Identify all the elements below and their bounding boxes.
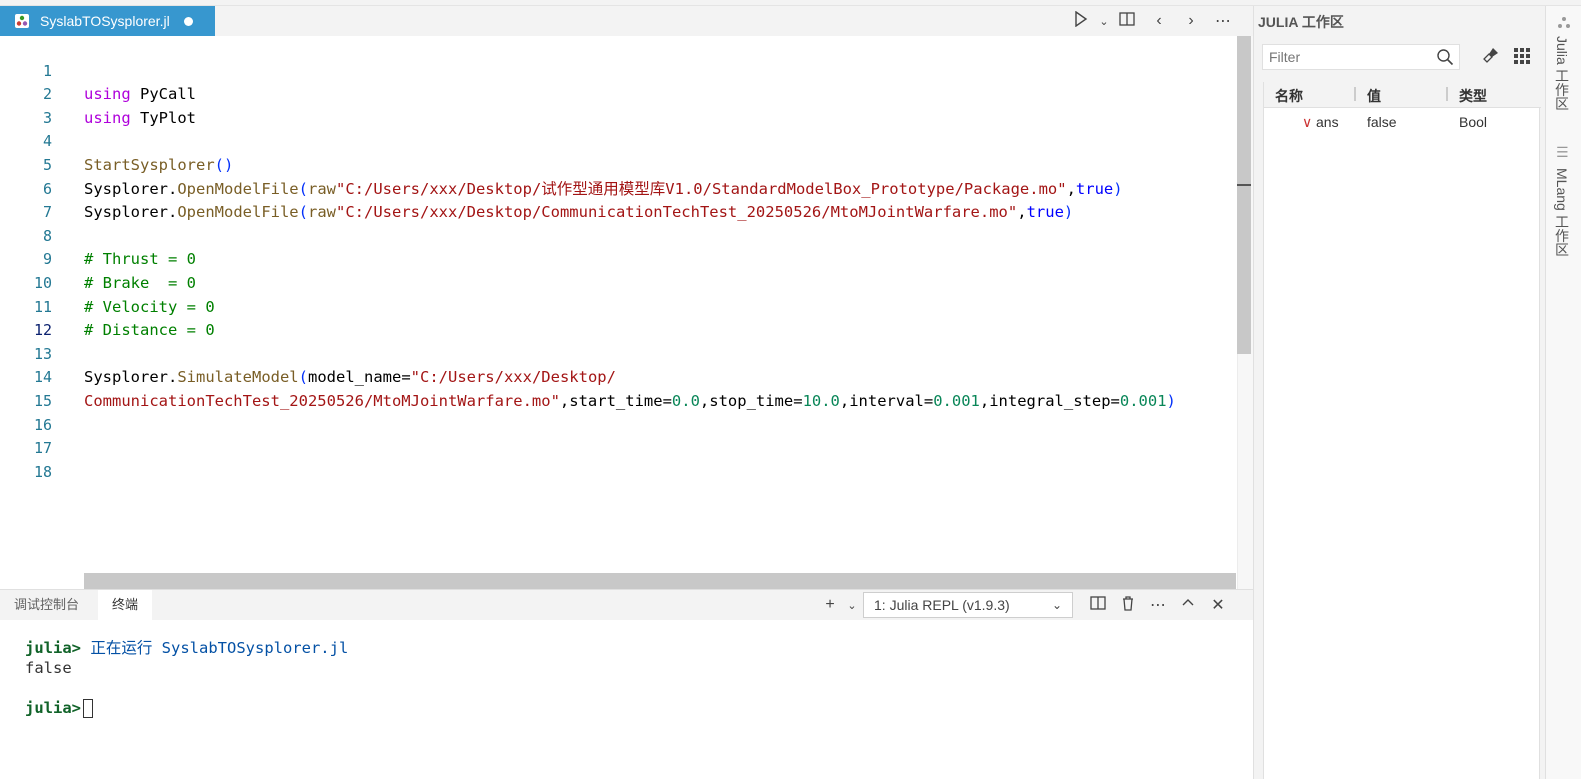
chevron-down-icon[interactable]: ⌄: [1097, 15, 1111, 28]
terminal-line: false: [25, 659, 72, 677]
vertical-scrollbar-thumb[interactable]: [1237, 36, 1251, 354]
terminal-select-value: 1: Julia REPL (v1.9.3): [874, 597, 1010, 613]
split-editor-icon[interactable]: [1111, 11, 1143, 32]
workspace-table-header: 名称 值 类型: [1264, 82, 1541, 108]
column-header-type[interactable]: 类型: [1459, 86, 1487, 106]
column-resizer[interactable]: [1354, 87, 1356, 101]
code-line: 1 using PyCall: [0, 36, 1237, 104]
code-editor[interactable]: 1 using PyCall 2 using TyPlot 3 4 StartS…: [0, 36, 1237, 573]
column-header-name[interactable]: 名称: [1275, 86, 1303, 106]
trash-icon[interactable]: [1113, 595, 1143, 616]
run-icon[interactable]: [1065, 10, 1097, 32]
code-line: 18: [0, 437, 1237, 481]
code-line-current: 12: [0, 296, 1237, 339]
julia-file-icon: [14, 13, 30, 29]
terminal-cursor: [83, 699, 93, 718]
close-panel-icon[interactable]: ✕: [1203, 595, 1233, 615]
code-line: 13 Sysplorer.SimulateModel(model_name="C…: [0, 319, 1237, 387]
code-line: 7: [0, 178, 1237, 221]
side-tab-julia-workspace[interactable]: Julia 工作区: [1552, 36, 1572, 111]
terminal-line: julia> 正在运行 SyslabTOSysplorer.jl: [25, 638, 348, 658]
code-line: 4 StartSysplorer(): [0, 107, 1237, 174]
back-icon[interactable]: ‹: [1143, 12, 1175, 30]
julia-workspace-panel: JULIA 工作区 名称 值 类型 ∨ ans false Bool: [1253, 6, 1545, 779]
column-resizer[interactable]: [1446, 87, 1448, 101]
grid-view-icon[interactable]: [1514, 48, 1530, 64]
code-line: 10 # Velocity = 0: [0, 248, 1237, 316]
column-header-value[interactable]: 值: [1367, 86, 1381, 106]
code-line: 8 # Thrust = 0: [0, 201, 1237, 269]
more-icon[interactable]: ⋯: [1207, 11, 1239, 31]
forward-icon[interactable]: ›: [1175, 12, 1207, 30]
code-line: 5 Sysplorer.OpenModelFile(raw"C:/Users/x…: [0, 130, 1237, 198]
repl-prompt: julia>: [25, 639, 81, 657]
editor-toolbar: ⌄ ‹ › ⋯: [1065, 6, 1239, 36]
code-line: 17: [0, 414, 1237, 457]
repl-prompt: julia>: [25, 699, 81, 717]
unsaved-dot-icon[interactable]: [183, 16, 193, 26]
clear-workspace-icon[interactable]: [1482, 46, 1500, 69]
julia-dots-icon: [1557, 16, 1571, 33]
workspace-table: 名称 值 类型 ∨ ans false Bool: [1263, 82, 1541, 779]
cursor-position-marker: [1237, 184, 1251, 186]
search-icon[interactable]: [1436, 48, 1454, 71]
terminal-panel: 调试控制台 终端 + ⌄ 1: Julia REPL (v1.9.3) ⌄ ⋯ …: [0, 589, 1253, 779]
chevron-down-icon[interactable]: ⌄: [845, 599, 859, 612]
editor-tab-active[interactable]: SyslabTOSysplorer.jl: [0, 6, 215, 36]
code-line: 2 using TyPlot: [0, 60, 1237, 127]
panel-header: 调试控制台 终端 + ⌄ 1: Julia REPL (v1.9.3) ⌄ ⋯ …: [0, 590, 1253, 620]
code-line: 6 Sysplorer.OpenModelFile(raw"C:/Users/x…: [0, 154, 1237, 222]
list-icon: ☰: [1556, 144, 1569, 160]
run-message: 正在运行 SyslabTOSysplorer.jl: [81, 639, 349, 657]
code-line: 11 # Distance = 0: [0, 272, 1237, 340]
variable-name: ans: [1316, 114, 1339, 130]
more-icon[interactable]: ⋯: [1143, 595, 1173, 615]
variable-type: Bool: [1459, 114, 1488, 130]
editor-tab-label: SyslabTOSysplorer.jl: [40, 13, 170, 29]
workspace-title: JULIA 工作区: [1258, 14, 1344, 30]
side-tab-mlang-workspace[interactable]: MLang 工作区: [1552, 168, 1572, 257]
chevron-down-icon: ⌄: [1051, 598, 1062, 612]
editor-pane: SyslabTOSysplorer.jl ⌄ ‹ › ⋯ 1 using PyC…: [0, 6, 1253, 589]
editor-tab-bar: SyslabTOSysplorer.jl ⌄ ‹ › ⋯: [0, 6, 1253, 36]
add-terminal-icon[interactable]: +: [815, 596, 845, 614]
variable-value: false: [1367, 114, 1397, 130]
panel-toolbar: + ⌄ 1: Julia REPL (v1.9.3) ⌄ ⋯ ✕: [815, 590, 1233, 620]
maximize-panel-icon[interactable]: [1173, 596, 1203, 614]
code-line: 14 CommunicationTechTest_20250526/MtoMJo…: [0, 343, 1237, 410]
expand-chevron-icon[interactable]: ∨: [1302, 114, 1312, 131]
terminal-output[interactable]: julia> 正在运行 SyslabTOSysplorer.jl false j…: [25, 638, 348, 718]
code-line: 3: [0, 83, 1237, 127]
code-line: 16: [0, 390, 1237, 434]
split-terminal-icon[interactable]: [1083, 595, 1113, 616]
tab-debug-console[interactable]: 调试控制台: [0, 590, 93, 620]
line-number: 18: [33, 462, 52, 481]
workspace-filter-input[interactable]: [1262, 44, 1460, 70]
terminal-select[interactable]: 1: Julia REPL (v1.9.3) ⌄: [863, 592, 1073, 618]
horizontal-scrollbar-thumb[interactable]: [84, 573, 1236, 589]
side-activity-strip: Julia 工作区 ☰ MLang 工作区: [1545, 6, 1581, 779]
code-line: 15: [0, 366, 1237, 410]
terminal-line: julia>: [25, 698, 348, 718]
tab-terminal[interactable]: 终端: [98, 590, 153, 620]
code-line: 9 # Brake = 0: [0, 225, 1237, 292]
